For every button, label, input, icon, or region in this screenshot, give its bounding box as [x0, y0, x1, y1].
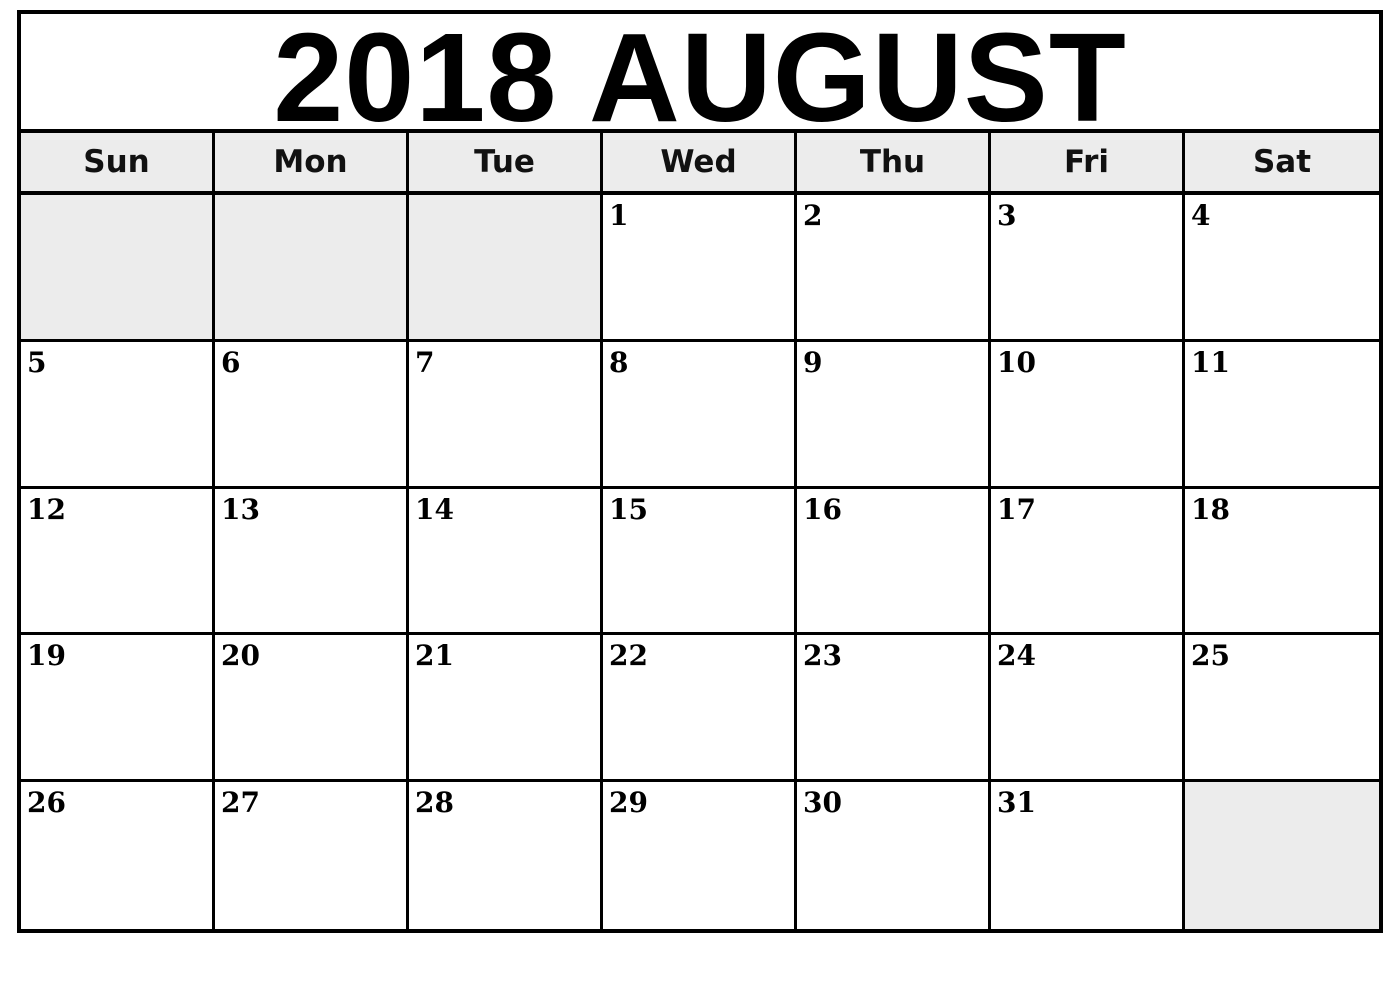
day-number: 28	[415, 786, 454, 820]
calendar-title: 2018 AUGUST	[21, 14, 1379, 140]
day-number: 22	[609, 639, 648, 673]
day-number: 1	[609, 199, 629, 232]
day-cell: 17	[991, 488, 1185, 636]
day-cell: 8	[603, 341, 797, 489]
day-number: 8	[609, 345, 629, 379]
day-number: 2	[803, 199, 823, 232]
day-cell: 9	[797, 341, 991, 489]
day-number: 18	[1191, 492, 1230, 526]
day-cell: 26	[21, 782, 215, 929]
day-cell: 28	[409, 782, 603, 929]
day-number: 4	[1191, 199, 1211, 232]
day-cell: 11	[1185, 341, 1379, 489]
day-cell: 7	[409, 341, 603, 489]
day-number: 11	[1191, 345, 1230, 379]
day-cell: 16	[797, 488, 991, 636]
day-number: 29	[609, 786, 648, 820]
day-cell: 25	[1185, 635, 1379, 783]
day-cell: 2	[797, 195, 991, 342]
weekday-header-row: Sun Mon Tue Wed Thu Fri Sat	[21, 133, 1379, 195]
day-cell: 29	[603, 782, 797, 929]
day-cell: 1	[603, 195, 797, 342]
weekday-header-sun: Sun	[21, 133, 215, 191]
day-number: 20	[221, 639, 260, 673]
day-number: 13	[221, 492, 260, 526]
calendar-grid: 1 2 3 4 5 6 7 8 9 10 11 12 13 14 15 16 17 18 19 20 21 22 23 24 2…	[21, 195, 1379, 929]
weekday-header-mon: Mon	[215, 133, 409, 191]
day-number: 14	[415, 492, 454, 526]
day-cell: 22	[603, 635, 797, 783]
day-cell: 3	[991, 195, 1185, 342]
day-number: 7	[415, 345, 435, 379]
day-number: 5	[27, 345, 47, 379]
day-number: 16	[803, 492, 842, 526]
day-cell: 24	[991, 635, 1185, 783]
day-number: 31	[997, 786, 1036, 820]
calendar: 2018 AUGUST Sun Mon Tue Wed Thu Fri Sat 123456…	[17, 10, 1383, 933]
day-cell: 30	[797, 782, 991, 929]
day-number: 26	[27, 786, 66, 820]
day-number: 23	[803, 639, 842, 673]
day-number: 15	[609, 492, 648, 526]
day-number: 3	[997, 199, 1017, 232]
day-cell: 19	[21, 635, 215, 783]
weekday-header-wed: Wed	[603, 133, 797, 191]
day-number: 30	[803, 786, 842, 820]
day-cell: 18	[1185, 488, 1379, 636]
day-cell: 4	[1185, 195, 1379, 342]
day-cell: 27	[215, 782, 409, 929]
empty-day-cell	[215, 195, 409, 342]
day-number: 17	[997, 492, 1036, 526]
empty-day-cell	[1185, 782, 1379, 929]
day-cell: 23	[797, 635, 991, 783]
day-number: 25	[1191, 639, 1230, 673]
weekday-header-sat: Sat	[1185, 133, 1379, 191]
day-number: 12	[27, 492, 66, 526]
empty-day-cell	[21, 195, 215, 342]
weekday-header-fri: Fri	[991, 133, 1185, 191]
day-cell: 5	[21, 341, 215, 489]
weekday-header-thu: Thu	[797, 133, 991, 191]
day-number: 24	[997, 639, 1036, 673]
day-cell: 31	[991, 782, 1185, 929]
day-cell: 21	[409, 635, 603, 783]
day-cell: 6	[215, 341, 409, 489]
calendar-title-text: 2018 AUGUST	[273, 6, 1127, 148]
weekday-header-tue: Tue	[409, 133, 603, 191]
day-cell: 20	[215, 635, 409, 783]
day-number: 6	[221, 345, 241, 379]
day-number: 9	[803, 345, 823, 379]
empty-day-cell	[409, 195, 603, 342]
day-cell: 14	[409, 488, 603, 636]
day-number: 19	[27, 639, 66, 673]
day-cell: 15	[603, 488, 797, 636]
day-cell: 13	[215, 488, 409, 636]
day-number: 10	[997, 345, 1036, 379]
day-cell: 12	[21, 488, 215, 636]
day-number: 27	[221, 786, 260, 820]
day-cell: 10	[991, 341, 1185, 489]
day-number: 21	[415, 639, 454, 673]
